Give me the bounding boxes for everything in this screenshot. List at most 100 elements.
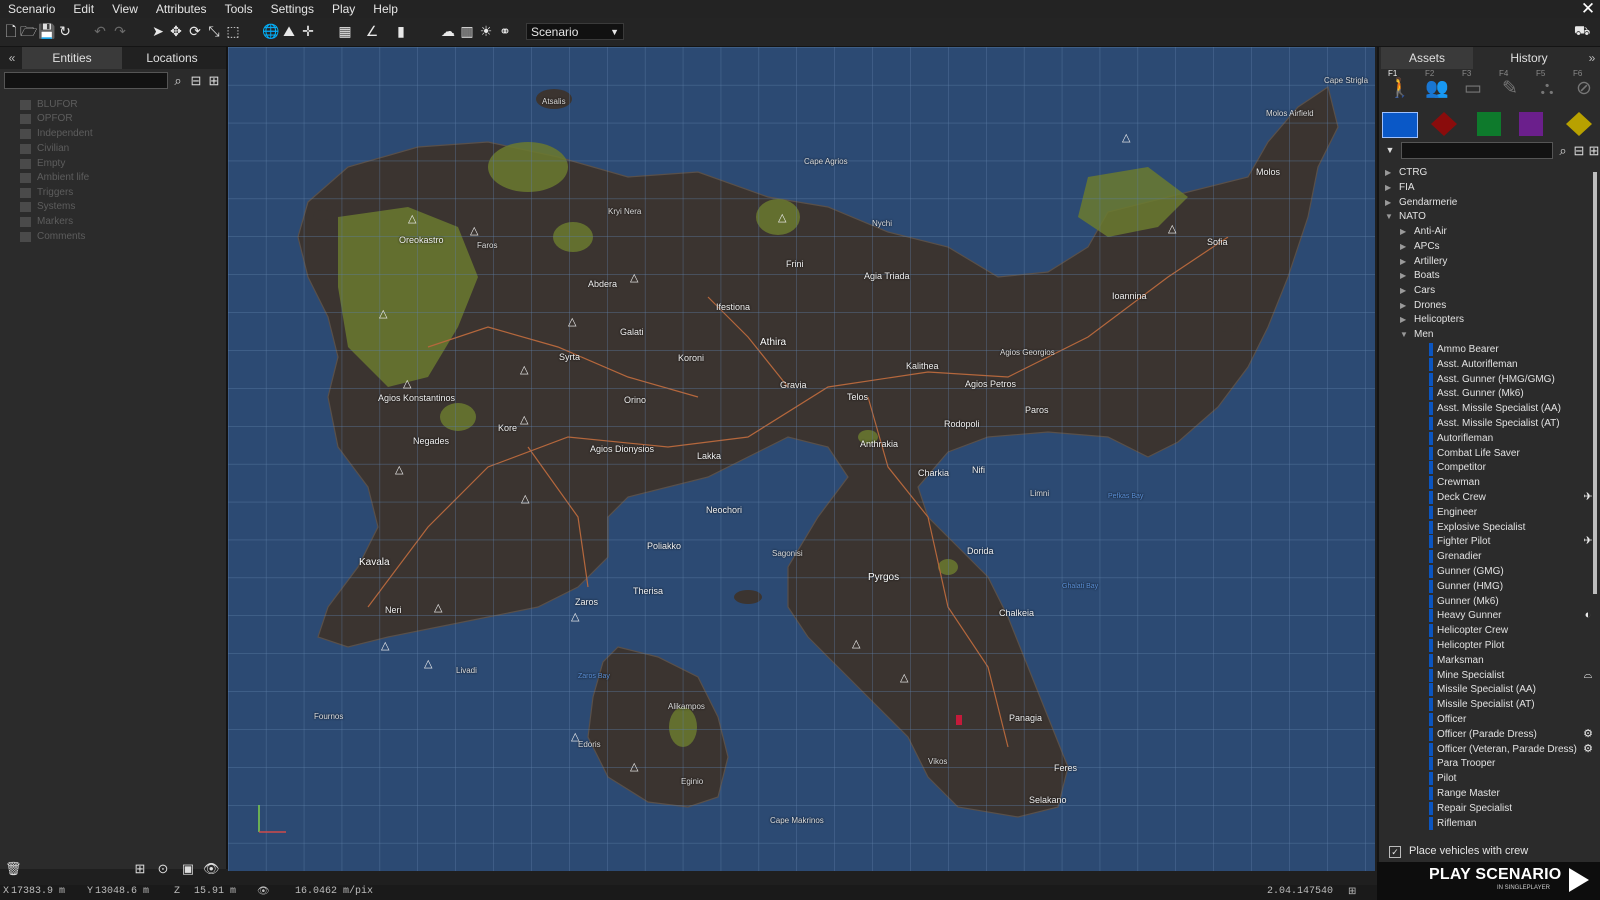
faction-gendarmerie[interactable]: ▶ Gendarmerie bbox=[1385, 195, 1457, 210]
unit-item[interactable]: Grenadier bbox=[1437, 549, 1481, 564]
unit-item[interactable]: Helicopter Crew bbox=[1437, 623, 1508, 638]
location-marker-icon[interactable]: △ bbox=[1168, 222, 1176, 235]
binoculars-icon[interactable]: ⚭ bbox=[497, 23, 513, 39]
ruler-icon[interactable]: ▮ bbox=[393, 23, 409, 39]
unit-item[interactable]: Ammo Bearer bbox=[1437, 342, 1499, 357]
location-marker-icon[interactable]: △ bbox=[571, 610, 579, 623]
undo-icon[interactable]: ↶ bbox=[92, 23, 108, 39]
unit-item[interactable]: Combat Life Saver bbox=[1437, 446, 1520, 461]
scale-tool-icon[interactable]: ⤡ bbox=[206, 23, 222, 39]
layer-icon[interactable]: ▣ bbox=[180, 862, 196, 876]
search-icon[interactable]: ⌕ bbox=[170, 72, 186, 89]
expand-all-icon[interactable]: ⊞ bbox=[206, 72, 222, 89]
unit-item[interactable]: Para Trooper bbox=[1437, 756, 1495, 771]
unit-item[interactable]: Asst. Missile Specialist (AT) bbox=[1437, 416, 1560, 431]
unit-item[interactable]: Asst. Gunner (HMG/GMG) bbox=[1437, 372, 1555, 387]
side-blufor-button[interactable] bbox=[1382, 112, 1418, 138]
collapse-right-icon[interactable]: » bbox=[1585, 47, 1599, 69]
menu-play[interactable]: Play bbox=[323, 0, 364, 18]
category-anti-air[interactable]: ▶ Anti-Air bbox=[1400, 224, 1447, 239]
tree-item-systems[interactable]: Systems bbox=[20, 200, 75, 214]
search-icon[interactable]: ⌕ bbox=[1555, 142, 1571, 159]
map-view[interactable]: △ △ △ △ △ △ △ △ △ △ △ △ △ △ △ △ △ △ △ △ … bbox=[228, 47, 1375, 871]
eye-icon[interactable]: 👁 bbox=[257, 886, 270, 898]
unit-item[interactable]: Engineer bbox=[1437, 505, 1477, 520]
menu-attributes[interactable]: Attributes bbox=[147, 0, 216, 18]
chevron-down-icon[interactable]: ▼ bbox=[1382, 142, 1398, 159]
unit-item[interactable]: Officer (Veteran, Parade Dress) bbox=[1437, 742, 1577, 757]
close-icon[interactable]: ✕ bbox=[1580, 0, 1596, 18]
angle-icon[interactable]: ∠ bbox=[364, 23, 380, 39]
category-artillery[interactable]: ▶ Artillery bbox=[1400, 254, 1447, 269]
rotate-tool-icon[interactable]: ⟳ bbox=[187, 23, 203, 39]
location-marker-icon[interactable]: △ bbox=[403, 377, 411, 390]
location-marker-icon[interactable]: △ bbox=[408, 212, 416, 225]
unit-item[interactable]: Rifleman bbox=[1437, 816, 1476, 831]
location-marker-icon[interactable]: △ bbox=[381, 639, 389, 652]
menu-view[interactable]: View bbox=[103, 0, 147, 18]
play-scenario-button[interactable]: PLAY SCENARIO IN SINGLEPLAYER bbox=[1377, 862, 1600, 900]
category-drones[interactable]: ▶ Drones bbox=[1400, 298, 1446, 313]
mode-comments[interactable]: F6 ⊘ bbox=[1564, 69, 1600, 105]
sun-icon[interactable]: ☀ bbox=[478, 23, 494, 39]
side-independent-button[interactable] bbox=[1477, 112, 1501, 136]
tree-item-markers[interactable]: Markers bbox=[20, 215, 73, 229]
tab-locations[interactable]: Locations bbox=[122, 47, 222, 69]
globe-icon[interactable]: 🌐 bbox=[262, 23, 279, 39]
category-men[interactable]: ▼ Men bbox=[1400, 327, 1433, 342]
reset-icon[interactable]: ↻ bbox=[57, 23, 73, 39]
weather-icon[interactable]: ☁ bbox=[440, 23, 456, 39]
location-marker-icon[interactable]: △ bbox=[778, 211, 786, 224]
side-civilian-button[interactable] bbox=[1519, 112, 1543, 136]
faction-fia[interactable]: ▶ FIA bbox=[1385, 180, 1415, 195]
faction-nato[interactable]: ▼ NATO bbox=[1385, 209, 1426, 224]
unit-item[interactable]: Autorifleman bbox=[1437, 431, 1493, 446]
checkbox-checked-icon[interactable]: ✓ bbox=[1389, 846, 1401, 858]
unit-item[interactable]: Gunner (GMG) bbox=[1437, 564, 1504, 579]
select-tool-icon[interactable]: ➤ bbox=[150, 23, 166, 39]
unit-item[interactable]: Marksman bbox=[1437, 653, 1484, 668]
group-icon[interactable]: ⊙ bbox=[155, 862, 171, 876]
tree-item-opfor[interactable]: OPFOR bbox=[20, 112, 73, 126]
tab-history[interactable]: History bbox=[1473, 47, 1585, 69]
expand-all-icon[interactable]: ⊞ bbox=[1586, 142, 1600, 159]
menu-tools[interactable]: Tools bbox=[216, 0, 262, 18]
location-marker-icon[interactable]: △ bbox=[395, 463, 403, 476]
unit-item[interactable]: Asst. Autorifleman bbox=[1437, 357, 1518, 372]
unit-item[interactable]: Range Master bbox=[1437, 786, 1500, 801]
menu-help[interactable]: Help bbox=[364, 0, 407, 18]
unit-item[interactable]: Fighter Pilot bbox=[1437, 534, 1490, 549]
redo-icon[interactable]: ↷ bbox=[112, 23, 128, 39]
open-folder-icon[interactable]: 🗁 bbox=[20, 23, 37, 39]
mode-groups[interactable]: F2 👥 bbox=[1416, 69, 1454, 105]
unit-item[interactable]: Gunner (Mk6) bbox=[1437, 594, 1499, 609]
grid-icon[interactable]: ▦ bbox=[337, 23, 353, 39]
tree-item-comments[interactable]: Comments bbox=[20, 230, 85, 244]
category-helicopters[interactable]: ▶ Helicopters bbox=[1400, 312, 1464, 327]
side-empty-button[interactable] bbox=[1562, 112, 1596, 136]
collapse-all-icon[interactable]: ⊟ bbox=[188, 72, 204, 89]
tree-item-empty[interactable]: Empty bbox=[20, 157, 65, 171]
statusbar-icon[interactable]: ⊞ bbox=[1348, 886, 1356, 898]
terrain-icon[interactable]: ⛰ bbox=[281, 23, 297, 39]
tab-entities[interactable]: Entities bbox=[22, 47, 122, 69]
assets-search-input[interactable] bbox=[1401, 142, 1553, 159]
unit-item[interactable]: Repair Specialist bbox=[1437, 801, 1512, 816]
mode-modules[interactable]: F3 ▭ bbox=[1453, 69, 1491, 105]
menu-scenario[interactable]: Scenario bbox=[0, 0, 64, 18]
location-marker-icon[interactable]: △ bbox=[1122, 131, 1130, 144]
save-icon[interactable]: 💾 bbox=[38, 23, 55, 39]
move-tool-icon[interactable]: ✥ bbox=[168, 23, 184, 39]
unit-item[interactable]: Heavy Gunner bbox=[1437, 608, 1501, 623]
location-marker-icon[interactable]: △ bbox=[852, 637, 860, 650]
menu-settings[interactable]: Settings bbox=[262, 0, 323, 18]
map-icon[interactable]: ▥ bbox=[459, 23, 475, 39]
area-tool-icon[interactable]: ⬚ bbox=[225, 23, 241, 39]
location-marker-icon[interactable]: △ bbox=[900, 671, 908, 684]
side-opfor-button[interactable] bbox=[1427, 112, 1461, 136]
crosshair-icon[interactable]: ✛ bbox=[300, 23, 316, 39]
mode-waypoints[interactable]: F4 ✎ bbox=[1490, 69, 1528, 105]
location-marker-icon[interactable]: △ bbox=[424, 657, 432, 670]
location-marker-icon[interactable]: △ bbox=[630, 271, 638, 284]
unit-item[interactable]: Mine Specialist bbox=[1437, 668, 1504, 683]
